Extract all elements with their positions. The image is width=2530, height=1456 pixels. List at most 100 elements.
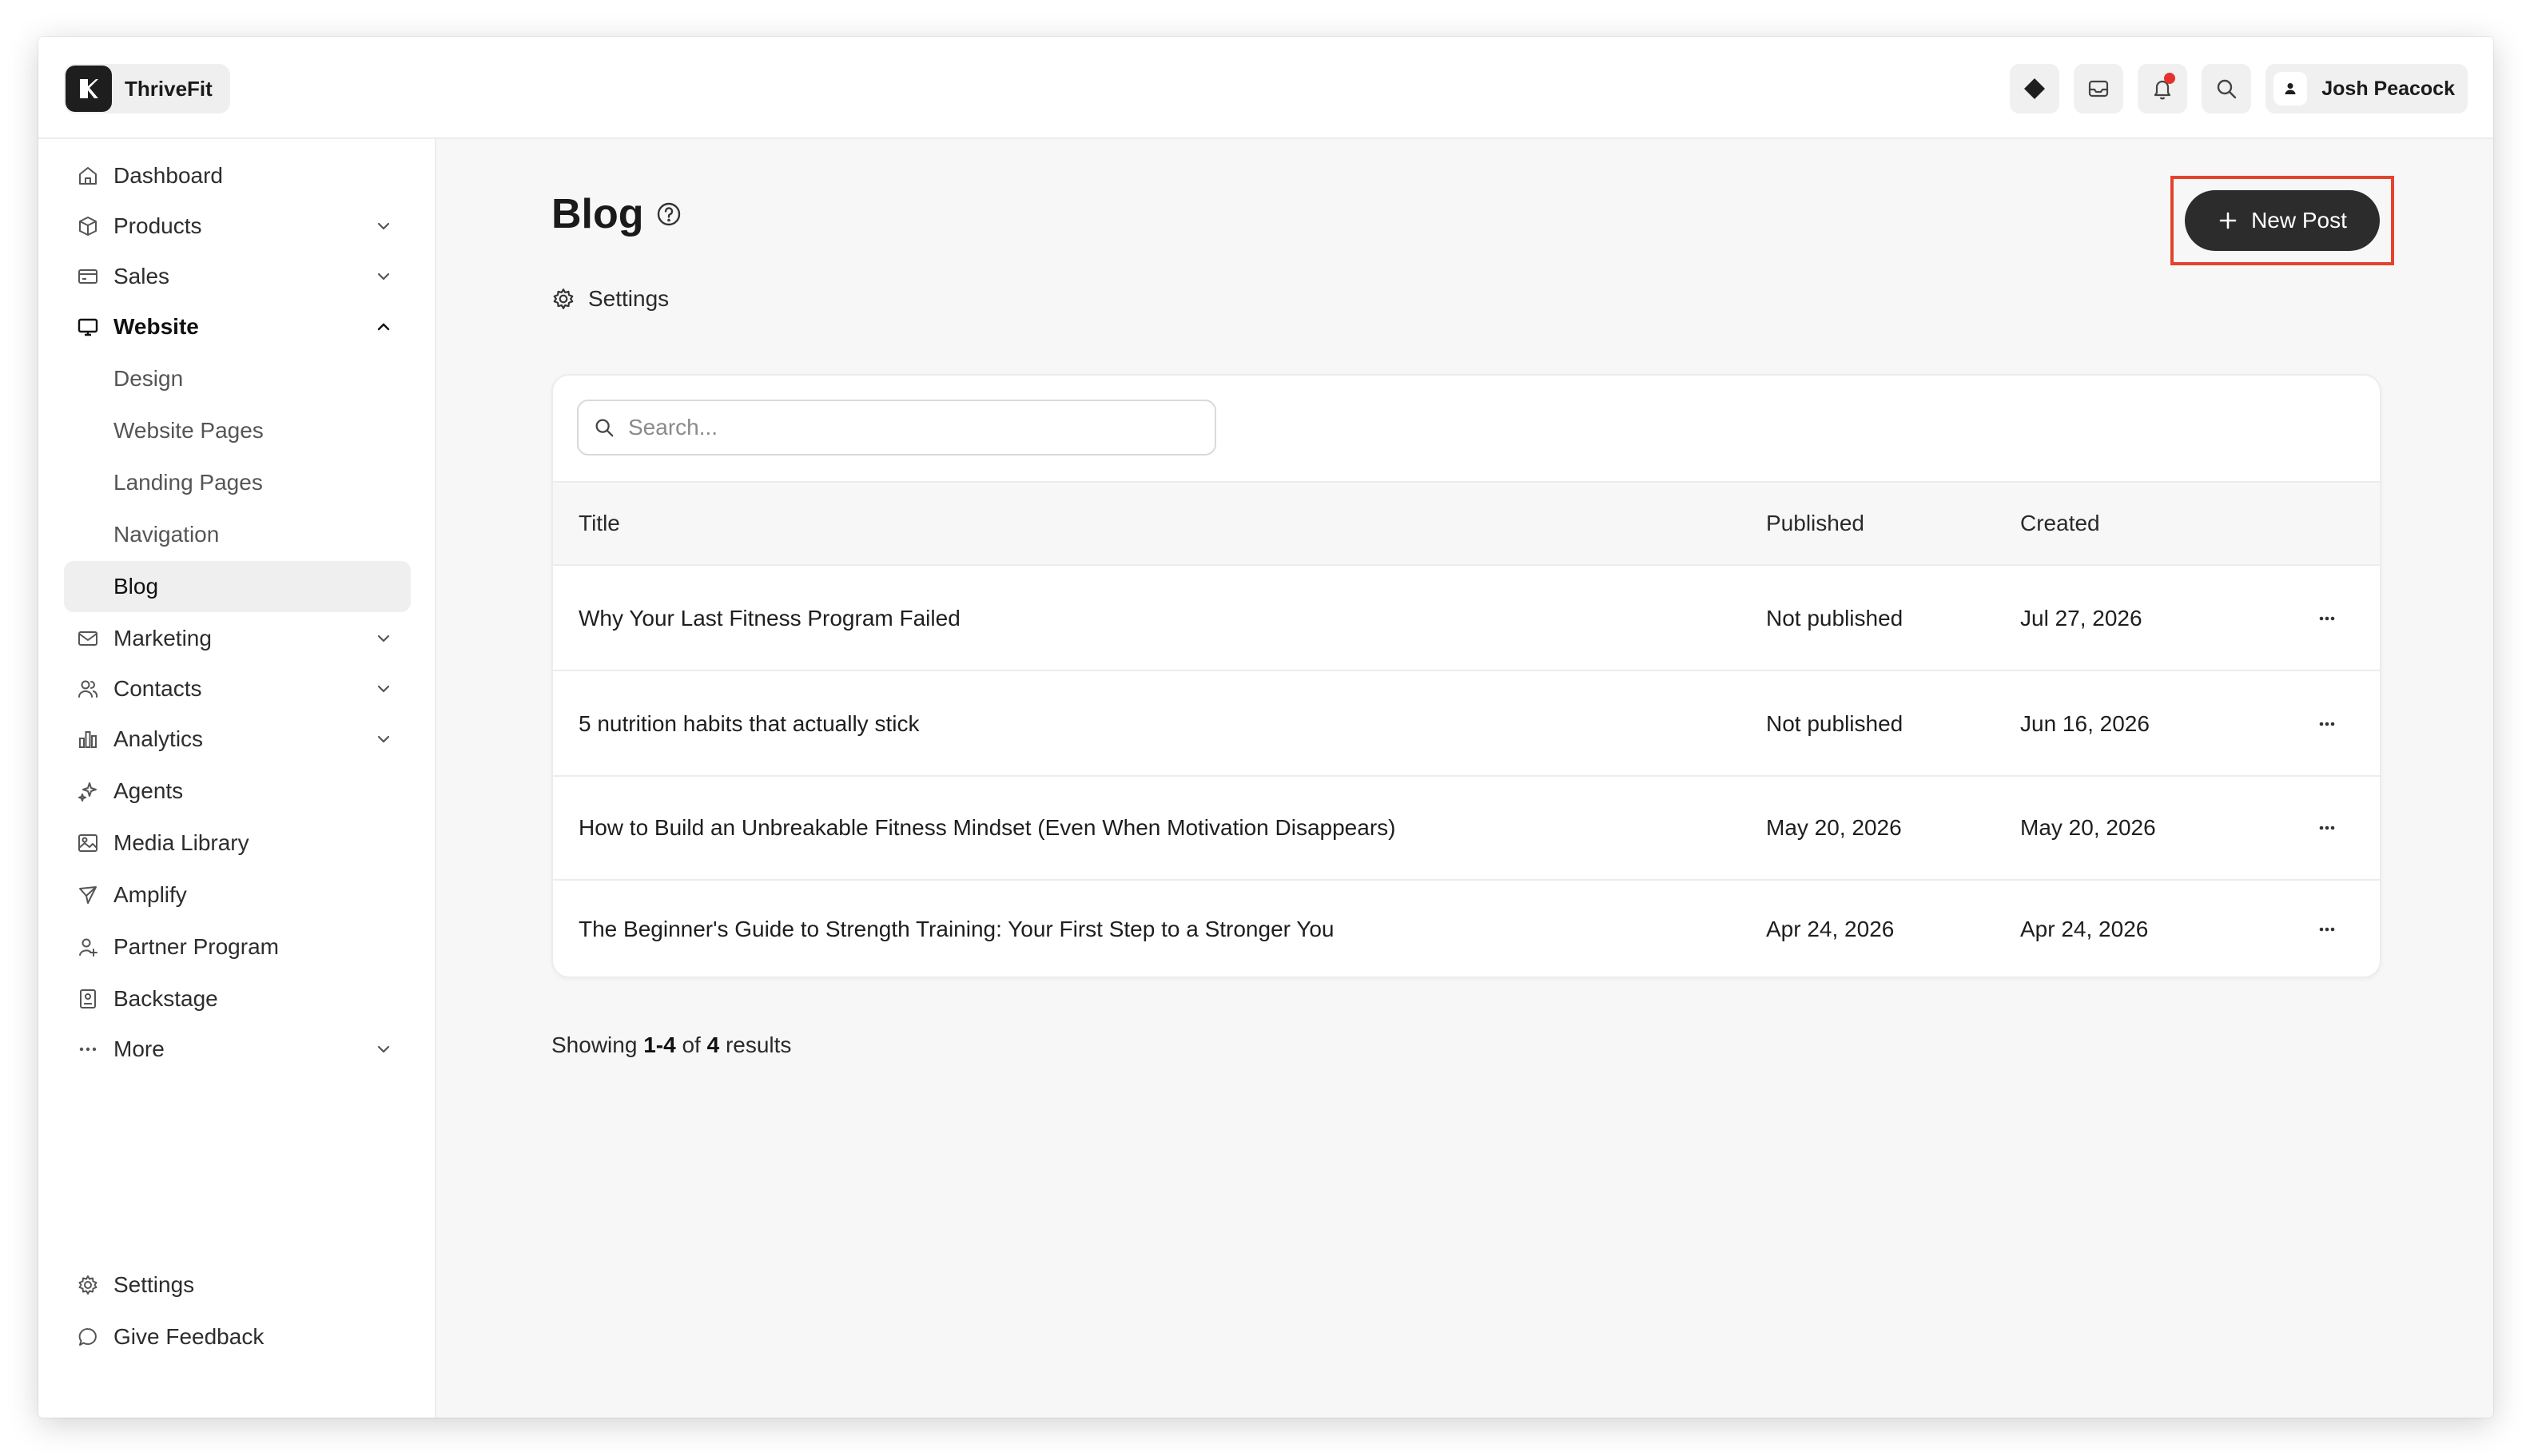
search-field[interactable] xyxy=(577,400,1216,455)
column-header-title[interactable]: Title xyxy=(579,511,620,536)
settings-link-label: Settings xyxy=(588,286,670,311)
sidebar-item-analytics[interactable]: Analytics xyxy=(64,714,411,765)
help-icon[interactable] xyxy=(655,201,682,228)
sidebar-item-more[interactable]: More xyxy=(64,1024,411,1075)
sidebar-item-backstage[interactable]: Backstage xyxy=(64,973,411,1024)
inbox-button[interactable] xyxy=(2074,64,2124,113)
results-count: Showing 1-4 of 4 results xyxy=(551,1032,791,1058)
workspace-switcher[interactable]: ThriveFit xyxy=(64,64,230,113)
user-menu-button[interactable]: Josh Peacock xyxy=(2265,64,2468,113)
app-window: ThriveFit Josh Peacock Dashboard Product… xyxy=(38,37,2493,1418)
post-created: Apr 24, 2026 xyxy=(2020,917,2149,941)
chevron-down-icon xyxy=(377,685,390,693)
post-published: Apr 24, 2026 xyxy=(1766,917,1895,941)
sidebar-item-label: Blog xyxy=(113,574,159,599)
sidebar-item-products[interactable]: Products xyxy=(64,201,411,252)
user-icon xyxy=(2285,83,2296,94)
sidebar-item-label: Amplify xyxy=(113,882,187,907)
sidebar-item-label: Website Pages xyxy=(113,418,264,443)
diamond-icon xyxy=(2024,78,2046,99)
inbox-icon xyxy=(2089,80,2109,97)
sidebar-item-label: Landing Pages xyxy=(113,470,263,495)
sidebar-item-landing-pages[interactable]: Landing Pages xyxy=(64,457,411,508)
sidebar-item-sales[interactable]: Sales xyxy=(64,251,411,302)
user-name: Josh Peacock xyxy=(2321,77,2455,100)
sidebar-item-label: Analytics xyxy=(113,726,204,751)
home-icon xyxy=(75,163,101,189)
sidebar-item-website[interactable]: Website xyxy=(64,301,411,352)
avatar xyxy=(2273,72,2308,105)
results-of: of xyxy=(682,1032,701,1057)
row-actions-icon[interactable] xyxy=(2311,708,2343,740)
sidebar-item-website-pages[interactable]: Website Pages xyxy=(64,405,411,456)
row-actions-icon[interactable] xyxy=(2311,812,2343,844)
sidebar-item-label: Website xyxy=(113,314,199,339)
blog-settings-link[interactable]: Settings xyxy=(551,286,669,312)
sidebar-item-media-library[interactable]: Media Library xyxy=(64,818,411,869)
sidebar-item-give-feedback[interactable]: Give Feedback xyxy=(64,1311,411,1363)
chevron-up-icon xyxy=(377,323,390,331)
post-title[interactable]: The Beginner's Guide to Strength Trainin… xyxy=(579,917,1335,942)
sidebar-item-design[interactable]: Design xyxy=(64,353,411,404)
table-row[interactable]: How to Build an Unbreakable Fitness Mind… xyxy=(553,777,2380,881)
post-title[interactable]: Why Your Last Fitness Program Failed xyxy=(579,606,961,631)
chat-icon xyxy=(75,1324,101,1350)
sidebar-item-label: Settings xyxy=(113,1272,195,1297)
sidebar-item-label: Products xyxy=(113,213,202,238)
user-plus-icon xyxy=(75,934,101,960)
mail-icon xyxy=(75,626,101,651)
sidebar-item-navigation[interactable]: Navigation xyxy=(64,509,411,560)
table-row[interactable]: Why Your Last Fitness Program Failed Not… xyxy=(553,567,2380,671)
column-header-published[interactable]: Published xyxy=(1766,511,1864,536)
sidebar-item-amplify[interactable]: Amplify xyxy=(64,869,411,921)
chevron-down-icon xyxy=(377,635,390,642)
ellipsis-icon xyxy=(75,1036,101,1062)
post-created: Jul 27, 2026 xyxy=(2020,606,2142,631)
sidebar-item-label: More xyxy=(113,1036,165,1061)
notifications-button[interactable] xyxy=(2138,64,2188,113)
table-row[interactable]: 5 nutrition habits that actually stick N… xyxy=(553,673,2380,777)
row-actions-icon[interactable] xyxy=(2311,603,2343,635)
send-icon xyxy=(75,882,101,908)
sidebar-item-label: Agents xyxy=(113,778,184,803)
post-created: Jun 16, 2026 xyxy=(2020,711,2150,736)
post-created: May 20, 2026 xyxy=(2020,815,2156,840)
post-published: Not published xyxy=(1766,606,1903,631)
row-actions-icon[interactable] xyxy=(2311,913,2343,945)
search-input[interactable] xyxy=(628,415,1187,440)
post-title[interactable]: How to Build an Unbreakable Fitness Mind… xyxy=(579,815,1395,841)
table-header: Title Published Created xyxy=(553,481,2380,566)
plus-icon xyxy=(2219,212,2237,229)
search-icon xyxy=(595,419,614,437)
column-header-created[interactable]: Created xyxy=(2020,511,2100,536)
sidebar-item-label: Dashboard xyxy=(113,163,223,188)
new-post-highlight: New Post xyxy=(2170,176,2394,265)
image-icon xyxy=(75,830,101,856)
sparkle-icon xyxy=(75,778,101,804)
search-icon xyxy=(2218,79,2237,99)
box-icon xyxy=(75,213,101,239)
new-post-button[interactable]: New Post xyxy=(2185,190,2380,251)
bar-chart-icon xyxy=(75,726,101,752)
post-title[interactable]: 5 nutrition habits that actually stick xyxy=(579,711,919,737)
gear-icon xyxy=(553,288,574,309)
table-row[interactable]: The Beginner's Guide to Strength Trainin… xyxy=(553,881,2380,977)
sidebar-item-label: Give Feedback xyxy=(113,1324,265,1349)
results-total: 4 xyxy=(706,1032,720,1057)
gear-icon xyxy=(75,1272,101,1298)
search-button[interactable] xyxy=(2202,64,2252,113)
upgrade-button[interactable] xyxy=(2010,64,2060,113)
sidebar-item-agents[interactable]: Agents xyxy=(64,766,411,817)
sidebar-item-label: Navigation xyxy=(113,522,220,547)
sidebar-item-contacts[interactable]: Contacts xyxy=(64,663,411,714)
chevron-down-icon xyxy=(377,222,390,230)
sidebar-item-marketing[interactable]: Marketing xyxy=(64,613,411,664)
sidebar-item-partner-program[interactable]: Partner Program xyxy=(64,921,411,973)
results-range: 1-4 xyxy=(643,1032,676,1057)
sidebar-item-settings[interactable]: Settings xyxy=(64,1259,411,1311)
sidebar-item-label: Backstage xyxy=(113,986,218,1011)
sidebar-item-blog[interactable]: Blog xyxy=(64,561,411,612)
chevron-down-icon xyxy=(377,273,390,280)
sidebar-item-dashboard[interactable]: Dashboard xyxy=(64,150,411,201)
top-bar: ThriveFit Josh Peacock xyxy=(38,37,2493,139)
